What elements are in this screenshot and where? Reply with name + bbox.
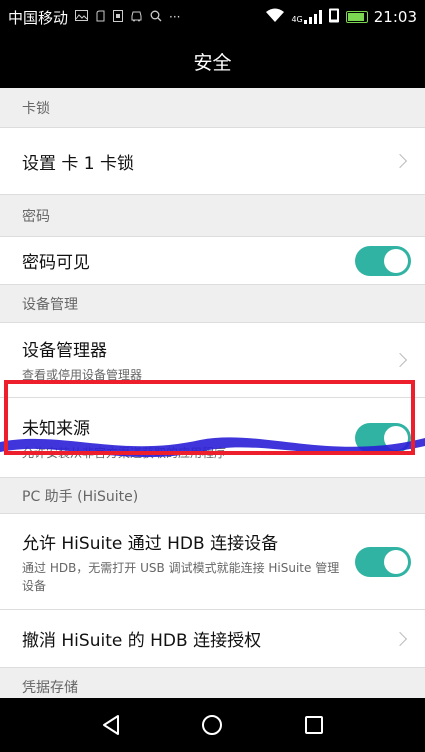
unknown-sources-toggle[interactable] xyxy=(355,422,411,453)
hdb-connect-subtitle: 通过 HDB，无需打开 USB 调试模式就能连接 HiSuite 管理设备 xyxy=(22,560,340,593)
chevron-right-icon xyxy=(392,153,408,169)
wifi-icon xyxy=(265,8,285,27)
page-title: 安全 xyxy=(0,34,425,88)
card-lock-row[interactable]: 设置 卡 1 卡锁 xyxy=(0,128,425,195)
chevron-right-icon xyxy=(392,631,408,646)
chevron-right-icon xyxy=(392,352,408,368)
section-header-pc-assistant: PC 助手 (HiSuite) xyxy=(0,478,425,514)
device-admin-subtitle: 查看或停用设备管理器 xyxy=(22,368,143,382)
device-admin-title: 设备管理器 xyxy=(22,341,107,361)
clip-icon xyxy=(95,10,106,25)
recents-square-icon[interactable] xyxy=(290,705,338,745)
password-visible-row[interactable]: 密码可见 xyxy=(0,237,425,285)
hdb-connect-title: 允许 HiSuite 通过 HDB 连接设备 xyxy=(22,533,279,554)
home-circle-icon[interactable] xyxy=(188,705,236,745)
battery-icon xyxy=(345,11,368,23)
network-type-label: 4G xyxy=(291,15,303,24)
hdb-connect-toggle[interactable] xyxy=(355,546,411,577)
carrier-label: 中国移动 xyxy=(8,8,69,27)
unknown-sources-row[interactable]: 未知来源 允许安装从非官方渠道获取的应用程序 xyxy=(0,398,425,478)
section-header-credential-storage: 凭据存储 xyxy=(0,668,425,698)
section-header-card-lock: 卡锁 xyxy=(0,88,425,128)
device-admin-row[interactable]: 设备管理器 查看或停用设备管理器 xyxy=(0,323,425,398)
navigation-bar xyxy=(0,698,425,752)
password-visible-toggle[interactable] xyxy=(355,245,411,276)
search-icon xyxy=(150,10,162,25)
password-visible-title: 密码可见 xyxy=(22,253,90,273)
section-header-password: 密码 xyxy=(0,195,425,237)
status-bar: 中国移动 ··· 4G 21:03 xyxy=(0,0,425,34)
card-lock-title: 设置 卡 1 卡锁 xyxy=(22,153,135,174)
revoke-hdb-row[interactable]: 撤消 HiSuite 的 HDB 连接授权 xyxy=(0,610,425,668)
image-icon xyxy=(75,10,89,24)
revoke-hdb-title: 撤消 HiSuite 的 HDB 连接授权 xyxy=(22,631,262,651)
unknown-sources-subtitle: 允许安装从非官方渠道获取的应用程序 xyxy=(22,445,227,460)
back-triangle-icon[interactable] xyxy=(87,705,135,745)
signal-icon xyxy=(303,10,322,24)
settings-list[interactable]: 卡锁 设置 卡 1 卡锁 密码 密码可见 设备管理 设备管理器 查看或停用设备管… xyxy=(0,88,425,698)
section-header-device-admin: 设备管理 xyxy=(0,285,425,323)
phone-icon xyxy=(328,8,340,27)
more-indicator: ··· xyxy=(169,10,181,24)
sim-icon xyxy=(113,9,124,25)
hdb-connect-row[interactable]: 允许 HiSuite 通过 HDB 连接设备 通过 HDB，无需打开 USB 调… xyxy=(0,514,425,610)
clock: 21:03 xyxy=(373,8,417,26)
unknown-sources-title: 未知来源 xyxy=(22,418,90,439)
car-icon xyxy=(130,10,143,25)
